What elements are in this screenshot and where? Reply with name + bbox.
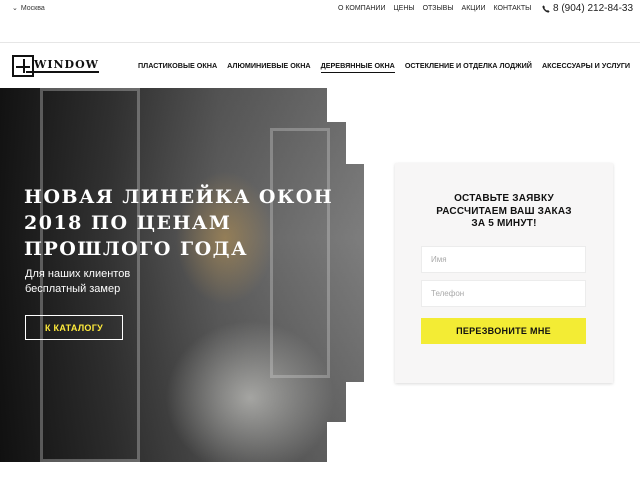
window-logo-icon	[12, 55, 34, 77]
form-title-line: ОСТАВЬТЕ ЗАЯВКУ	[454, 193, 554, 204]
logo-text: WINDOW	[26, 59, 100, 73]
phone-icon	[542, 4, 550, 13]
phone-number: 8 (904) 212-84-33	[553, 3, 634, 14]
nav-item-accessories[interactable]: АКСЕССУАРЫ И УСЛУГИ	[542, 61, 630, 73]
main-nav: ПЛАСТИКОВЫЕ ОКНА АЛЮМИНИЕВЫЕ ОКНА ДЕРЕВЯ…	[138, 61, 630, 73]
callback-form: ОСТАВЬТЕ ЗАЯВКУ РАССЧИТАЕМ ВАШ ЗАКАЗ ЗА …	[395, 163, 613, 383]
nav-item-wooden-windows[interactable]: ДЕРЕВЯННЫЕ ОКНА	[320, 61, 395, 73]
catalog-button[interactable]: К КАТАЛОГУ	[25, 315, 123, 340]
form-title: ОСТАВЬТЕ ЗАЯВКУ РАССЧИТАЕМ ВАШ ЗАКАЗ ЗА …	[395, 193, 613, 231]
name-field[interactable]: Имя	[421, 246, 586, 273]
callback-submit-button[interactable]: ПЕРЕЗВОНИТЕ МНЕ	[421, 318, 586, 344]
top-link-promos[interactable]: АКЦИИ	[462, 5, 486, 12]
hero-subtitle: Для наших клиентов бесплатный замер	[25, 268, 131, 295]
phone-field[interactable]: Телефон	[421, 280, 586, 307]
hero-banner: НОВАЯ ЛИНЕЙКА ОКОН 2018 ПО ЦЕНАМ ПРОШЛОГ…	[0, 88, 364, 462]
nav-item-loggia-glazing[interactable]: ОСТЕКЛЕНИЕ И ОТДЕЛКА ЛОДЖИЙ	[405, 61, 532, 73]
logo[interactable]: WINDOW	[12, 54, 102, 78]
form-title-line: РАССЧИТАЕМ ВАШ ЗАКАЗ	[436, 205, 572, 217]
chevron-down-icon: ⌄	[12, 5, 18, 12]
phone-link[interactable]: 8 (904) 212-84-33	[542, 3, 633, 14]
top-bar: ⌄ Москва О КОМПАНИИ ЦЕНЫ ОТЗЫВЫ АКЦИИ КО…	[0, 0, 640, 20]
nav-item-plastic-windows[interactable]: ПЛАСТИКОВЫЕ ОКНА	[138, 61, 217, 73]
top-link-contacts[interactable]: КОНТАКТЫ	[494, 5, 532, 12]
header-divider	[0, 42, 640, 43]
city-label: Москва	[20, 5, 45, 12]
top-links: О КОМПАНИИ ЦЕНЫ ОТЗЫВЫ АКЦИИ КОНТАКТЫ	[338, 5, 531, 12]
top-link-reviews[interactable]: ОТЗЫВЫ	[423, 5, 454, 12]
top-link-prices[interactable]: ЦЕНЫ	[393, 5, 414, 12]
top-link-about[interactable]: О КОМПАНИИ	[338, 5, 385, 12]
nav-item-aluminum-windows[interactable]: АЛЮМИНИЕВЫЕ ОКНА	[227, 61, 310, 73]
form-title-line: ЗА 5 МИНУТ!	[471, 218, 537, 229]
city-selector[interactable]: ⌄ Москва	[12, 5, 45, 12]
hero-title: НОВАЯ ЛИНЕЙКА ОКОН 2018 ПО ЦЕНАМ ПРОШЛОГ…	[24, 186, 334, 260]
